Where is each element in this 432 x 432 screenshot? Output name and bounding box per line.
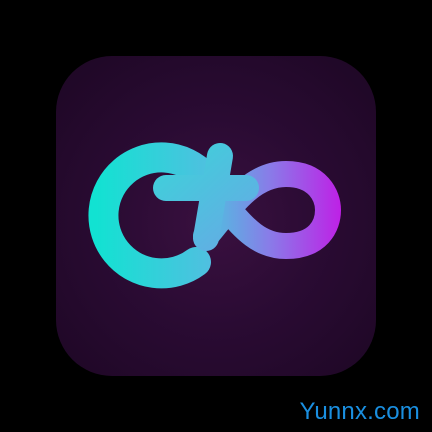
cross-stroke-vertical [193, 143, 233, 251]
cx-infinity-logo-icon [88, 142, 342, 289]
c-letter-shape [88, 142, 219, 289]
page: Yunnx.com [0, 0, 432, 432]
app-icon [56, 56, 376, 376]
watermark-text: Yunnx.com [299, 398, 420, 425]
